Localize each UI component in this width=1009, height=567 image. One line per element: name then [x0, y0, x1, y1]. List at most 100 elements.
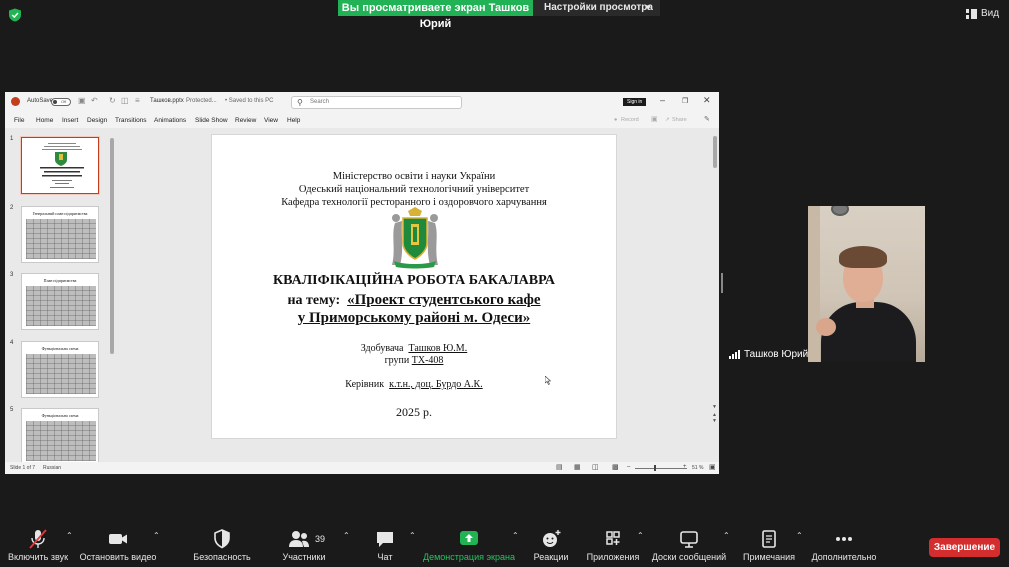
participants-options-caret[interactable]: ⌃ — [339, 525, 350, 567]
customize-toolbar-icon[interactable]: ≡ — [135, 96, 140, 105]
save-icon[interactable]: ▣ — [78, 96, 86, 105]
more-label: Дополнительно — [811, 552, 877, 562]
smiley-icon — [543, 530, 561, 547]
slide-year: 2025 р. — [396, 405, 432, 419]
share-button[interactable]: Share — [672, 117, 687, 123]
whiteboards-button[interactable]: Доски сообщений — [648, 525, 730, 567]
zoom-meeting-window: Вы просматриваете экран Ташков Юрий Наст… — [0, 0, 1009, 567]
chat-options-caret[interactable]: ⌃ — [405, 525, 416, 567]
group-name: ТХ-408 — [411, 355, 444, 366]
participant-video[interactable] — [808, 206, 925, 362]
caret-up-icon: ⌃ — [796, 531, 803, 540]
slide-sorter-icon[interactable]: ▦ — [574, 463, 581, 471]
video-camera-icon — [109, 534, 127, 544]
audio-options-caret[interactable]: ⌃ — [62, 525, 73, 567]
tab-design[interactable]: Design — [87, 117, 107, 124]
autosave-state: Off — [61, 99, 67, 104]
tab-transitions[interactable]: Transitions — [115, 117, 147, 124]
record-button[interactable]: Record — [621, 117, 639, 123]
chat-button[interactable]: Чат — [365, 525, 405, 567]
restore-icon[interactable]: ❐ — [682, 97, 688, 105]
more-button[interactable]: Дополнительно — [810, 525, 878, 567]
mouse-cursor-icon — [545, 376, 551, 385]
share-options-caret[interactable]: ⌃ — [508, 525, 519, 567]
view-options-label: Настройки просмотра — [544, 2, 653, 13]
end-meeting-button[interactable]: Завершение — [929, 538, 1000, 557]
pen-icon[interactable]: ✎ — [704, 115, 710, 123]
tab-animations[interactable]: Animations — [154, 117, 186, 124]
whiteboards-options-caret[interactable]: ⌃ — [719, 525, 730, 567]
thumb-title: Функціональна схема — [41, 413, 79, 418]
slideshow-icon[interactable]: ▩ — [612, 463, 619, 471]
share-icon[interactable]: ↗ — [665, 117, 670, 123]
zoom-slider-knob[interactable] — [654, 465, 656, 471]
tab-slide-show[interactable]: Slide Show — [195, 117, 228, 124]
slide-canvas[interactable]: Міністерство освіти і науки України Одес… — [211, 134, 617, 439]
reactions-button[interactable]: Реакции — [530, 525, 572, 567]
tab-review[interactable]: Review — [235, 117, 256, 124]
participants-icon — [288, 531, 309, 547]
redo-icon[interactable]: ↻ — [109, 96, 116, 105]
security-button[interactable]: Безопасность — [190, 525, 254, 567]
whiteboard-icon — [680, 531, 698, 548]
view-grid-icon — [966, 8, 977, 19]
ppt-workspace: 1 2 Генеральний план підприємства 3 План… — [5, 128, 719, 465]
participants-button[interactable]: 39 Участники — [278, 525, 330, 567]
slide-thumbnail-1[interactable] — [21, 137, 99, 194]
chat-label: Чат — [377, 552, 393, 562]
next-slide-icon[interactable]: ▼ — [712, 418, 717, 424]
search-icon: ⚲ — [297, 98, 303, 107]
close-icon[interactable]: ✕ — [703, 95, 711, 106]
video-options-caret[interactable]: ⌃ — [149, 525, 160, 567]
video-button[interactable]: Остановить видео — [78, 525, 158, 567]
reading-view-icon[interactable]: ◫ — [592, 463, 599, 471]
zoom-slider-track[interactable] — [635, 468, 687, 469]
slide-scrollbar[interactable]: ▼ ▲ ▼ — [711, 128, 719, 462]
meeting-toolbar: Включить звук ⌃ Остановить видео ⌃ Безоп… — [0, 525, 1009, 567]
tab-insert[interactable]: Insert — [62, 117, 78, 124]
scrollbar-thumb[interactable] — [110, 138, 114, 354]
file-name: Ташков.pptx — [150, 98, 184, 104]
search-input[interactable]: ⚲ Search — [291, 96, 462, 109]
tab-help[interactable]: Help — [287, 117, 300, 124]
sign-in-button[interactable]: Sign in — [623, 98, 647, 106]
view-options-dropdown[interactable]: Настройки просмотра ▼ — [533, 0, 660, 16]
wall-clock — [831, 206, 849, 216]
shield-check-icon[interactable] — [8, 8, 22, 22]
panel-splitter[interactable] — [721, 273, 723, 293]
signal-bars-icon — [729, 350, 740, 359]
person-hand — [816, 318, 836, 336]
fit-to-window-icon[interactable]: ▣ — [709, 463, 716, 471]
topic-prefix: на тему: — [287, 293, 341, 308]
thumbnails-scrollbar[interactable] — [110, 134, 114, 454]
tab-file[interactable]: File — [14, 117, 24, 124]
slide-thumbnail-4[interactable]: Функціональна схема — [21, 341, 99, 398]
language-indicator[interactable]: Russian — [43, 465, 61, 471]
notes-button[interactable]: Примечания — [738, 525, 800, 567]
zoom-level[interactable]: 51 % — [692, 465, 703, 471]
normal-view-icon[interactable]: ▤ — [556, 463, 563, 471]
undo-icon[interactable]: ↶ — [91, 96, 98, 105]
share-screen-icon — [460, 531, 478, 545]
autosave-label: AutoSave — [27, 98, 54, 104]
minimize-icon[interactable]: – — [660, 95, 665, 105]
share-screen-button[interactable]: Демонстрация экрана — [421, 525, 517, 567]
apps-options-caret[interactable]: ⌃ — [633, 525, 644, 567]
scrollbar-thumb[interactable] — [713, 136, 717, 168]
slide-thumbnail-3[interactable]: План підприємства — [21, 273, 99, 330]
caret-up-icon: ⌃ — [343, 531, 350, 540]
slide-thumbnail-2[interactable]: Генеральний план підприємства — [21, 206, 99, 263]
slide-thumbnail-5[interactable]: Функціональна схема — [21, 408, 99, 465]
notes-options-caret[interactable]: ⌃ — [792, 525, 803, 567]
scroll-down-arrow-icon[interactable]: ▼ — [712, 404, 717, 410]
comments-icon[interactable]: ▣ — [651, 115, 658, 123]
thumb-number: 1 — [10, 136, 14, 142]
zoom-in-icon[interactable]: + — [683, 464, 687, 470]
thumb-drawing — [26, 421, 96, 461]
view-button[interactable]: Вид — [966, 8, 999, 19]
tab-home[interactable]: Home — [36, 117, 53, 124]
zoom-out-icon[interactable]: – — [627, 464, 630, 470]
tab-view[interactable]: View — [264, 117, 278, 124]
presenter-icon[interactable]: ◫ — [121, 96, 129, 105]
record-icon[interactable]: ● — [614, 117, 617, 123]
